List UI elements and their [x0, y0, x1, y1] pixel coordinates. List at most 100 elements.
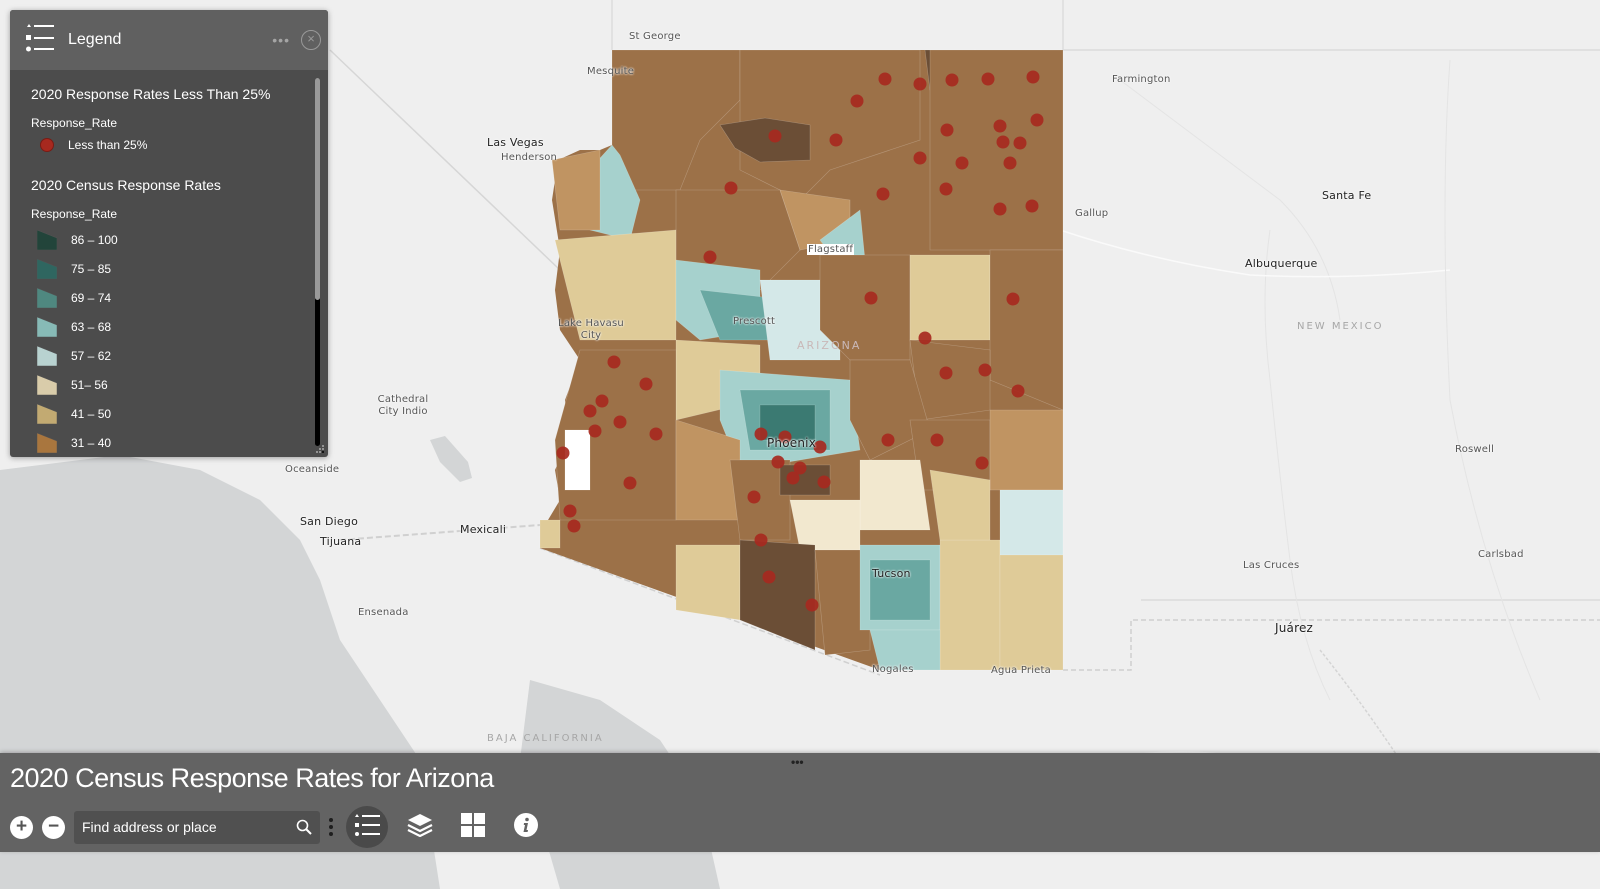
low-response-tract-marker[interactable] — [993, 202, 1007, 216]
low-response-tract-marker[interactable] — [567, 519, 581, 533]
low-response-tract-marker[interactable] — [817, 475, 831, 489]
place-label: Gallup — [1075, 208, 1109, 219]
low-response-tract-marker[interactable] — [881, 433, 895, 447]
polygon-swatch-icon — [37, 316, 57, 337]
place-label: Henderson — [501, 152, 558, 163]
census-tract-polygon[interactable] — [989, 409, 1064, 491]
low-response-tract-marker[interactable] — [1011, 384, 1025, 398]
polygon-swatch-icon — [37, 287, 57, 308]
salton-sea — [430, 436, 472, 482]
about-button[interactable] — [505, 806, 547, 848]
low-response-tract-marker[interactable] — [768, 129, 782, 143]
low-response-tract-marker[interactable] — [1026, 70, 1040, 84]
low-response-tract-marker[interactable] — [613, 415, 627, 429]
low-response-tract-marker[interactable] — [762, 570, 776, 584]
census-tract-polygon[interactable] — [999, 554, 1064, 671]
info-icon — [514, 812, 538, 842]
low-response-tract-marker[interactable] — [754, 533, 768, 547]
census-tract-polygon[interactable] — [859, 459, 931, 531]
low-response-tract-marker[interactable] — [1006, 292, 1020, 306]
legend-header: Legend ••• × — [10, 10, 328, 70]
low-response-tract-marker[interactable] — [1030, 113, 1044, 127]
census-tract-polygon[interactable] — [675, 544, 741, 621]
low-response-tract-marker[interactable] — [771, 455, 785, 469]
place-label: Las Cruces — [1243, 560, 1300, 571]
low-response-tract-marker[interactable] — [754, 427, 768, 441]
low-response-tract-marker[interactable] — [607, 355, 621, 369]
low-response-tract-marker[interactable] — [876, 187, 890, 201]
low-response-tract-marker[interactable] — [850, 94, 864, 108]
census-tract-polygon[interactable] — [564, 429, 591, 491]
legend-title: Legend — [68, 31, 122, 48]
low-response-tract-marker[interactable] — [918, 331, 932, 345]
low-response-tract-marker[interactable] — [930, 433, 944, 447]
legend-button[interactable] — [346, 806, 388, 848]
low-response-tract-marker[interactable] — [878, 72, 892, 86]
more-options-icon[interactable]: ••• — [272, 32, 290, 48]
low-response-tract-marker[interactable] — [623, 476, 637, 490]
close-icon[interactable]: × — [301, 30, 321, 50]
layers-button[interactable] — [399, 806, 441, 848]
low-response-tract-marker[interactable] — [945, 73, 959, 87]
polygon-swatch-icon — [37, 432, 57, 453]
low-response-tract-marker[interactable] — [939, 182, 953, 196]
census-tract-polygon[interactable] — [739, 539, 816, 651]
place-label: Albuquerque — [1245, 257, 1318, 270]
census-tract-polygon[interactable] — [551, 149, 601, 231]
legend-item-label: 41 – 50 — [71, 406, 112, 421]
low-response-tract-marker[interactable] — [786, 471, 800, 485]
low-response-tract-marker[interactable] — [993, 119, 1007, 133]
low-response-tract-marker[interactable] — [703, 250, 717, 264]
census-tract-polygon[interactable] — [909, 254, 991, 341]
scrollbar-thumb[interactable] — [315, 78, 320, 300]
place-label: San Diego — [300, 515, 358, 528]
low-response-tract-marker[interactable] — [556, 446, 570, 460]
legend-item-label: 75 – 85 — [71, 261, 112, 276]
census-tract-polygon[interactable] — [929, 469, 991, 541]
zoom-out-button[interactable]: − — [42, 815, 65, 839]
low-response-tract-marker[interactable] — [996, 135, 1010, 149]
low-response-tract-marker[interactable] — [649, 427, 663, 441]
low-response-tract-marker[interactable] — [939, 366, 953, 380]
basemap-gallery-button[interactable] — [452, 806, 494, 848]
legend-item: 63 – 68 — [31, 312, 328, 341]
legend-item-label: Less than 25% — [68, 137, 148, 152]
census-tract-polygon[interactable] — [999, 489, 1064, 556]
legend-item-label: 63 – 68 — [71, 319, 112, 334]
census-tract-polygon[interactable] — [789, 499, 861, 551]
low-response-tract-marker[interactable] — [913, 151, 927, 165]
search-input[interactable] — [74, 810, 284, 844]
low-response-tract-marker[interactable] — [864, 291, 878, 305]
low-response-tract-marker[interactable] — [588, 424, 602, 438]
low-response-tract-marker[interactable] — [1003, 156, 1017, 170]
low-response-tract-marker[interactable] — [955, 156, 969, 170]
low-response-tract-marker[interactable] — [913, 77, 927, 91]
low-response-tract-marker[interactable] — [829, 133, 843, 147]
low-response-tract-marker[interactable] — [747, 490, 761, 504]
census-tract-polygon[interactable] — [539, 519, 561, 549]
app-bar: ••• 2020 Census Response Rates for Arizo… — [0, 753, 1600, 852]
legend-body[interactable]: 2020 Response Rates Less Than 25% Respon… — [10, 70, 328, 457]
place-label: Phoenix — [767, 436, 817, 450]
search-icon[interactable] — [296, 819, 312, 840]
low-response-tract-marker[interactable] — [639, 377, 653, 391]
search-options-menu-icon[interactable] — [327, 818, 335, 836]
legend-scrollbar[interactable] — [315, 78, 320, 446]
resize-handle-icon[interactable] — [315, 444, 325, 454]
low-response-tract-marker[interactable] — [940, 123, 954, 137]
low-response-tract-marker[interactable] — [563, 504, 577, 518]
low-response-tract-marker[interactable] — [978, 363, 992, 377]
place-label: Santa Fe — [1322, 189, 1372, 202]
census-tract-polygon[interactable] — [939, 539, 1001, 671]
panel-grip-handle[interactable]: ••• — [791, 755, 804, 769]
red-circle-symbol-icon — [40, 137, 54, 152]
low-response-tract-marker[interactable] — [724, 181, 738, 195]
low-response-tract-marker[interactable] — [805, 598, 819, 612]
low-response-tract-marker[interactable] — [975, 456, 989, 470]
low-response-tract-marker[interactable] — [583, 404, 597, 418]
low-response-tract-marker[interactable] — [595, 394, 609, 408]
low-response-tract-marker[interactable] — [1025, 199, 1039, 213]
low-response-tract-marker[interactable] — [981, 72, 995, 86]
zoom-in-button[interactable]: + — [10, 815, 33, 839]
low-response-tract-marker[interactable] — [1013, 136, 1027, 150]
